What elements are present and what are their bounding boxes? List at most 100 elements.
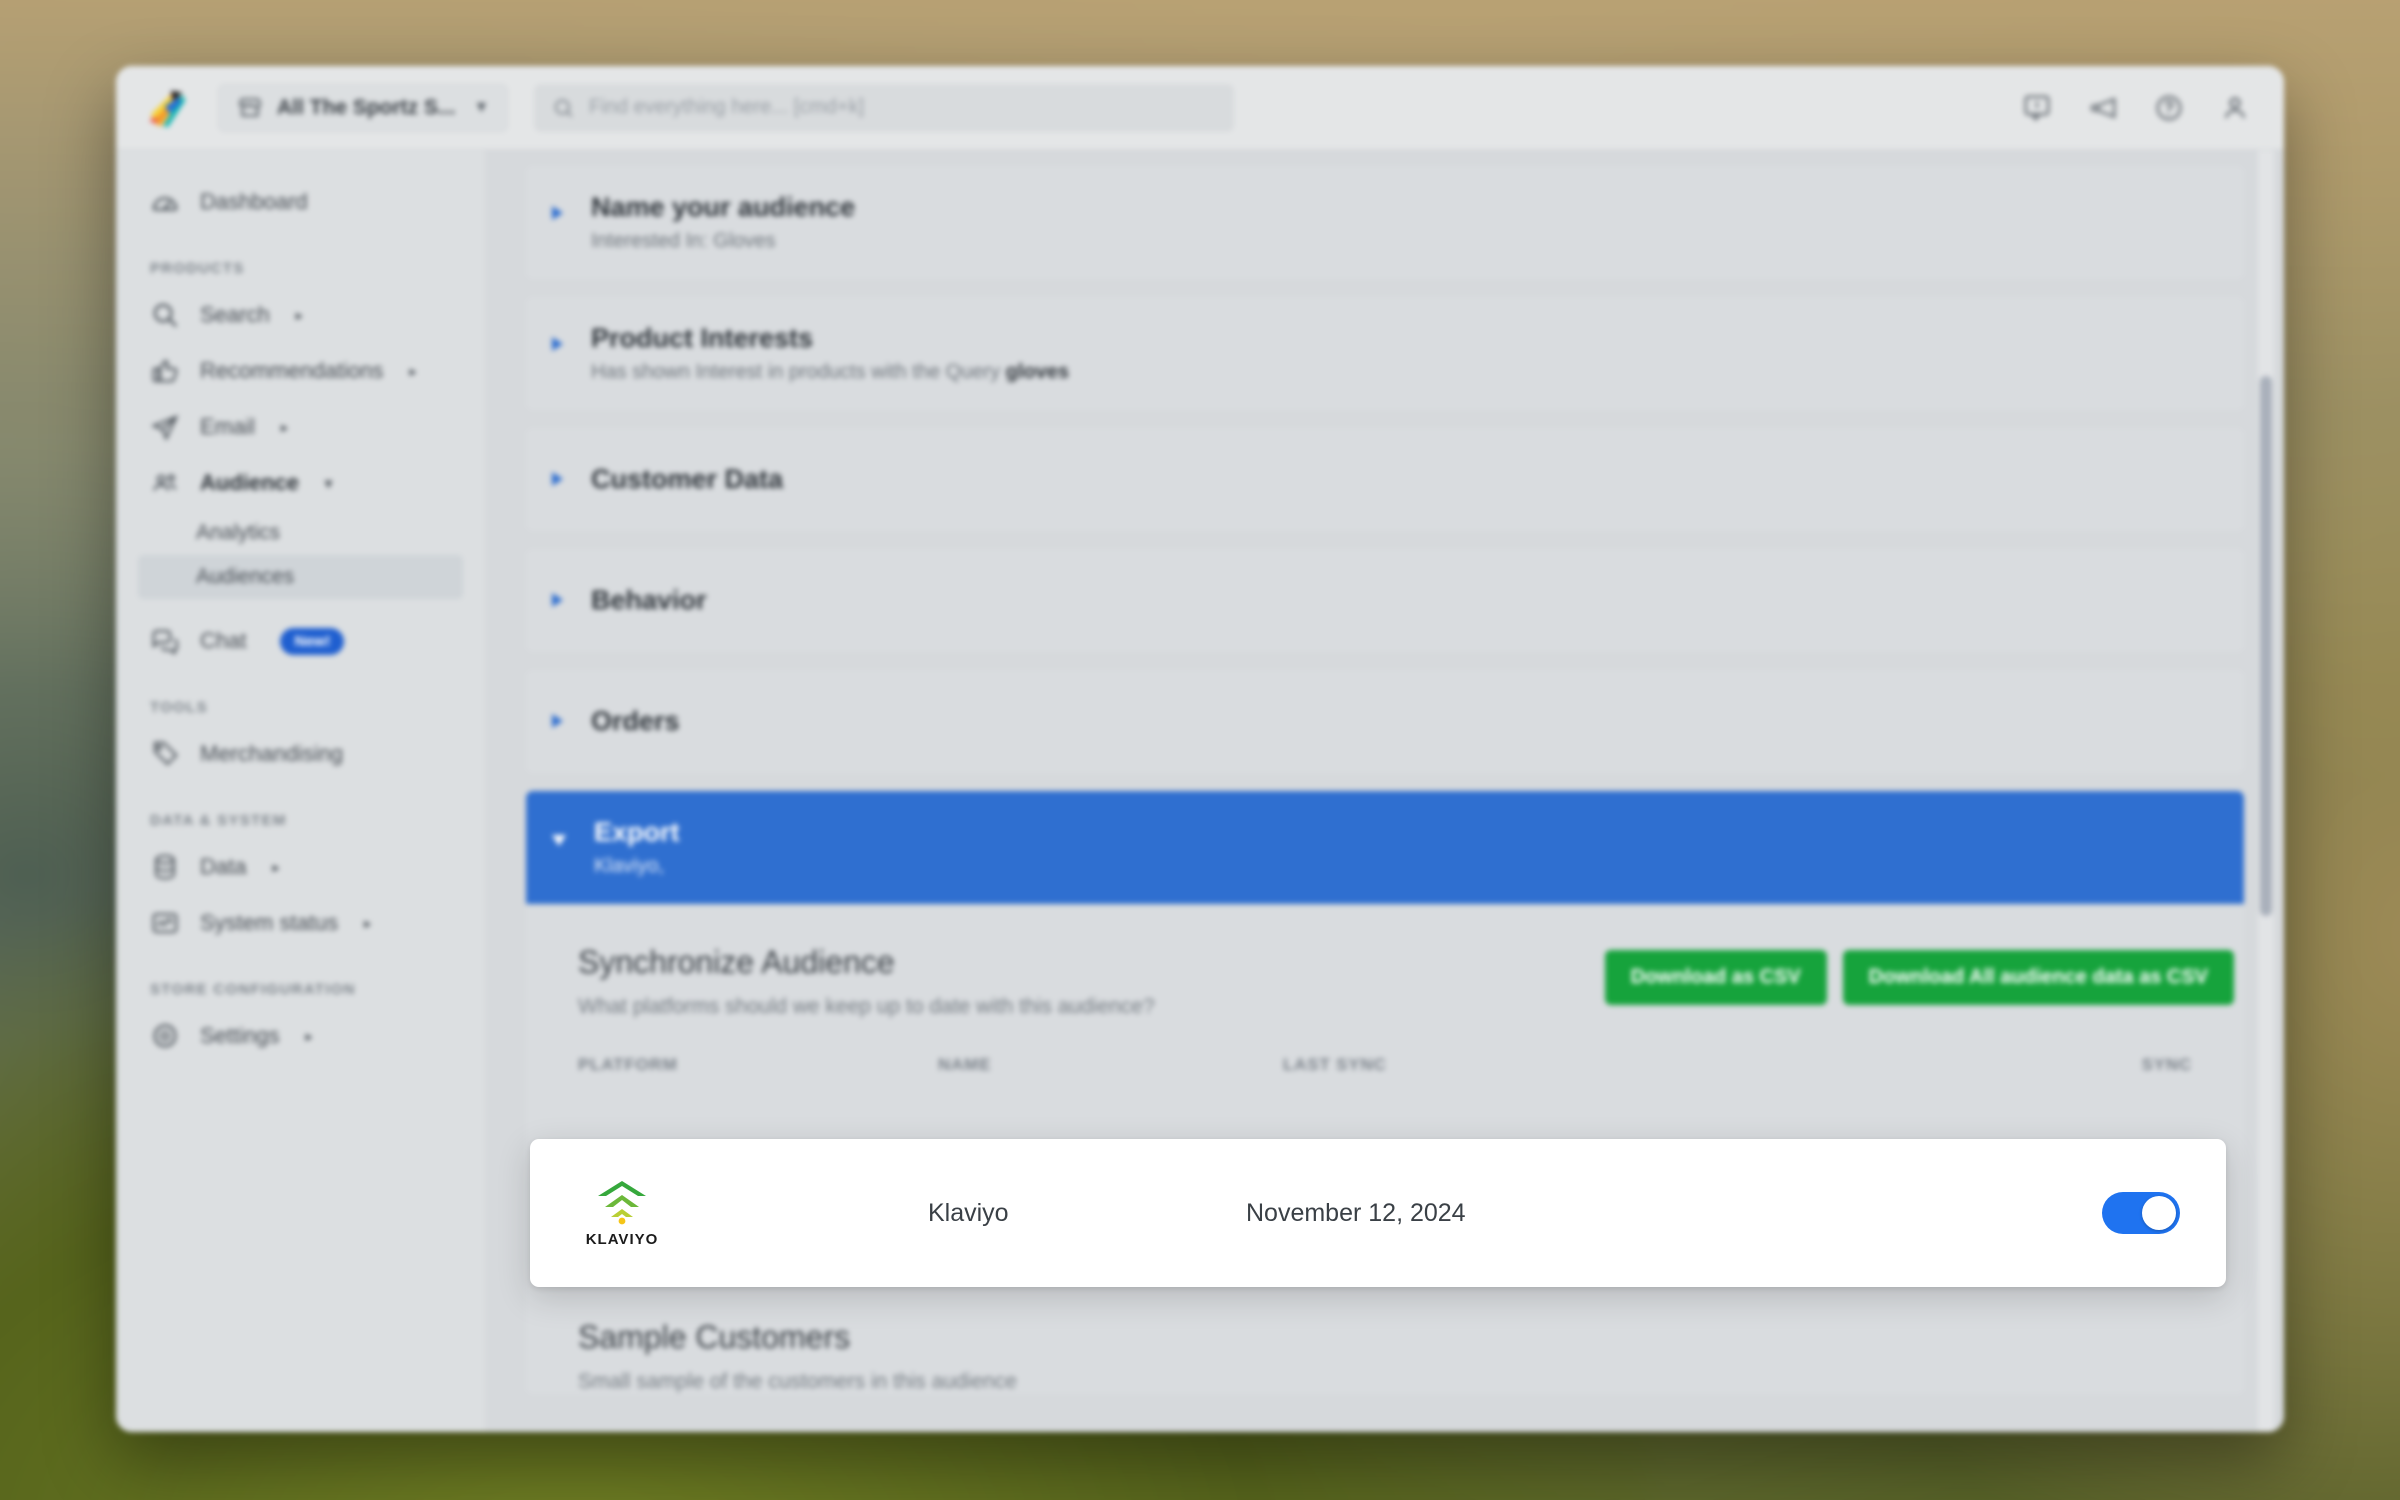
download-all-audience-data-as-csv-button[interactable]: Download All audience data as CSV xyxy=(1842,950,2234,1006)
panel-subtitle: What platforms should we keep up to date… xyxy=(578,995,1155,1019)
panel-title: Synchronize Audience xyxy=(578,944,895,981)
sidebar-item-label: Merchandising xyxy=(200,741,344,766)
speedometer-icon xyxy=(152,197,178,211)
sync-row-name: Klaviyo xyxy=(928,1198,1009,1227)
chevron-right-icon: ▸ xyxy=(281,418,289,435)
thumbs-up-icon xyxy=(152,359,178,383)
accordion-export[interactable]: Export Klaviyo, xyxy=(526,791,2244,905)
triangle-right-icon[interactable] xyxy=(552,593,563,608)
accordion-orders[interactable]: Orders xyxy=(526,670,2244,774)
chevron-right-icon: ▸ xyxy=(409,362,417,379)
chevron-right-icon: ▸ xyxy=(364,914,372,931)
sync-row-platform: KLAVIYO xyxy=(576,1179,928,1248)
sidebar-section-tools: TOOLS xyxy=(150,699,208,716)
scrollbar-thumb[interactable] xyxy=(2260,376,2272,916)
triangle-down-icon[interactable] xyxy=(552,835,566,853)
global-search[interactable] xyxy=(534,83,1235,132)
sidebar-subitem-label: Audiences xyxy=(196,565,295,588)
sidebar: Dashboard PRODUCTS Search ▸ Recommendati… xyxy=(116,150,486,1432)
accordion-title: Customer Data xyxy=(591,464,784,495)
triangle-right-icon[interactable] xyxy=(552,714,563,729)
sync-row-toggle-cell xyxy=(2060,1192,2180,1234)
sidebar-item-label: Email xyxy=(200,414,256,439)
store-selector-label: All The Sportz S... xyxy=(277,95,456,119)
triangle-right-icon[interactable] xyxy=(552,472,563,487)
toggle-knob xyxy=(2142,1196,2176,1230)
account-icon[interactable] xyxy=(2220,93,2250,123)
chevron-right-icon: ▸ xyxy=(272,858,280,875)
sidebar-section-store-configuration: STORE CONFIGURATION xyxy=(150,981,356,998)
sidebar-section-data-system: DATA & SYSTEM xyxy=(150,812,287,829)
status-badge-new: New! xyxy=(280,627,345,655)
sidebar-item-label: Data xyxy=(200,854,247,879)
sidebar-item-search[interactable]: Search ▸ xyxy=(138,287,463,343)
sidebar-item-label: Search xyxy=(200,302,270,327)
tag-icon xyxy=(153,741,178,766)
sidebar-section-products: PRODUCTS xyxy=(150,260,245,277)
klaviyo-wordmark: KLAVIYO xyxy=(585,1230,659,1248)
chevron-down-icon: ▾ xyxy=(325,474,333,491)
chevron-right-icon: ▸ xyxy=(295,306,303,323)
top-bar: All The Sportz S... ▼ xyxy=(116,66,2284,150)
accordion-subtitle-query: gloves xyxy=(1005,361,1069,384)
store-icon xyxy=(239,97,261,117)
triangle-right-icon[interactable] xyxy=(552,337,563,352)
sidebar-item-audience[interactable]: Audience ▾ xyxy=(138,455,463,511)
sidebar-item-email[interactable]: Email ▸ xyxy=(138,399,463,455)
store-selector[interactable]: All The Sportz S... ▼ xyxy=(218,83,509,132)
topbar-actions xyxy=(2022,93,2250,123)
sidebar-item-dashboard[interactable]: Dashboard xyxy=(138,174,463,230)
sidebar-item-data[interactable]: Data ▸ xyxy=(138,839,463,895)
sidebar-item-label: Chat xyxy=(200,628,247,653)
klaviyo-mark-icon xyxy=(598,1180,646,1224)
sidebar-item-merchandising[interactable]: Merchandising xyxy=(138,726,463,782)
column-header-platform: PLATFORM xyxy=(578,1055,678,1075)
help-icon[interactable] xyxy=(2154,93,2184,123)
accordion-title: Name your audience xyxy=(591,192,856,222)
sync-row-last-sync: November 12, 2024 xyxy=(1246,1198,1466,1227)
accordion-subtitle: Has shown Interest in products with the … xyxy=(591,361,1069,384)
sidebar-item-label: Settings xyxy=(200,1023,280,1048)
sidebar-item-system-status[interactable]: System status ▸ xyxy=(138,895,463,951)
accordion-product-interests[interactable]: Product Interests Has shown Interest in … xyxy=(526,297,2244,411)
column-header-sync: SYNC xyxy=(2141,1055,2192,1075)
column-header-last-sync: LAST SYNC xyxy=(1283,1055,1387,1075)
accordion-subtitle: Interested In: Gloves xyxy=(591,230,776,253)
search-icon xyxy=(555,98,573,117)
sidebar-item-label: Recommendations xyxy=(200,358,384,383)
sidebar-item-settings[interactable]: Settings ▸ xyxy=(138,1008,463,1064)
triangle-right-icon[interactable] xyxy=(552,206,563,220)
database-icon xyxy=(155,854,175,880)
feedback-icon[interactable] xyxy=(2022,93,2052,123)
accordion-behavior[interactable]: Behavior xyxy=(526,549,2244,653)
sidebar-item-label: Audience xyxy=(200,470,300,495)
search-input[interactable] xyxy=(589,96,1217,119)
sync-table-header: PLATFORM NAME LAST SYNC SYNC xyxy=(526,1019,2244,1075)
scrollbar-track[interactable] xyxy=(2258,150,2274,1432)
search-icon xyxy=(153,303,178,328)
chat-icon xyxy=(152,629,178,655)
chevron-down-icon: ▼ xyxy=(473,98,490,116)
sidebar-item-analytics[interactable]: Analytics xyxy=(138,511,463,555)
accordion-subtitle-prefix: Has shown Interest in products with the … xyxy=(591,361,1006,384)
accordion-title: Product Interests xyxy=(591,323,814,354)
accordion-name-your-audience[interactable]: Name your audience Interested In: Gloves xyxy=(526,166,2244,280)
accordion-customer-data[interactable]: Customer Data xyxy=(526,428,2244,532)
download-as-csv-button[interactable]: Download as CSV xyxy=(1604,950,1827,1006)
klevu-arrow-logo-icon[interactable] xyxy=(144,85,190,131)
klaviyo-logo: KLAVIYO xyxy=(576,1179,668,1248)
sidebar-item-chat[interactable]: Chat New! xyxy=(138,613,463,669)
chevron-right-icon: ▸ xyxy=(305,1027,313,1044)
accordion-title: Export xyxy=(594,817,680,848)
sample-customers-subtitle: Small sample of the customers in this au… xyxy=(578,1370,1017,1394)
sidebar-subitem-label: Analytics xyxy=(196,521,281,544)
sync-toggle[interactable] xyxy=(2102,1192,2180,1234)
sidebar-item-label: Dashboard xyxy=(200,189,308,214)
klaviyo-sync-row-card[interactable]: KLAVIYO Klaviyo November 12, 2024 xyxy=(530,1139,2226,1287)
sidebar-item-audiences[interactable]: Audiences xyxy=(138,555,463,599)
column-header-name: NAME xyxy=(938,1055,992,1075)
megaphone-icon[interactable] xyxy=(2088,93,2118,123)
people-icon xyxy=(153,474,177,491)
sidebar-item-recommendations[interactable]: Recommendations ▸ xyxy=(138,343,463,399)
accordion-title: Orders xyxy=(591,706,680,737)
